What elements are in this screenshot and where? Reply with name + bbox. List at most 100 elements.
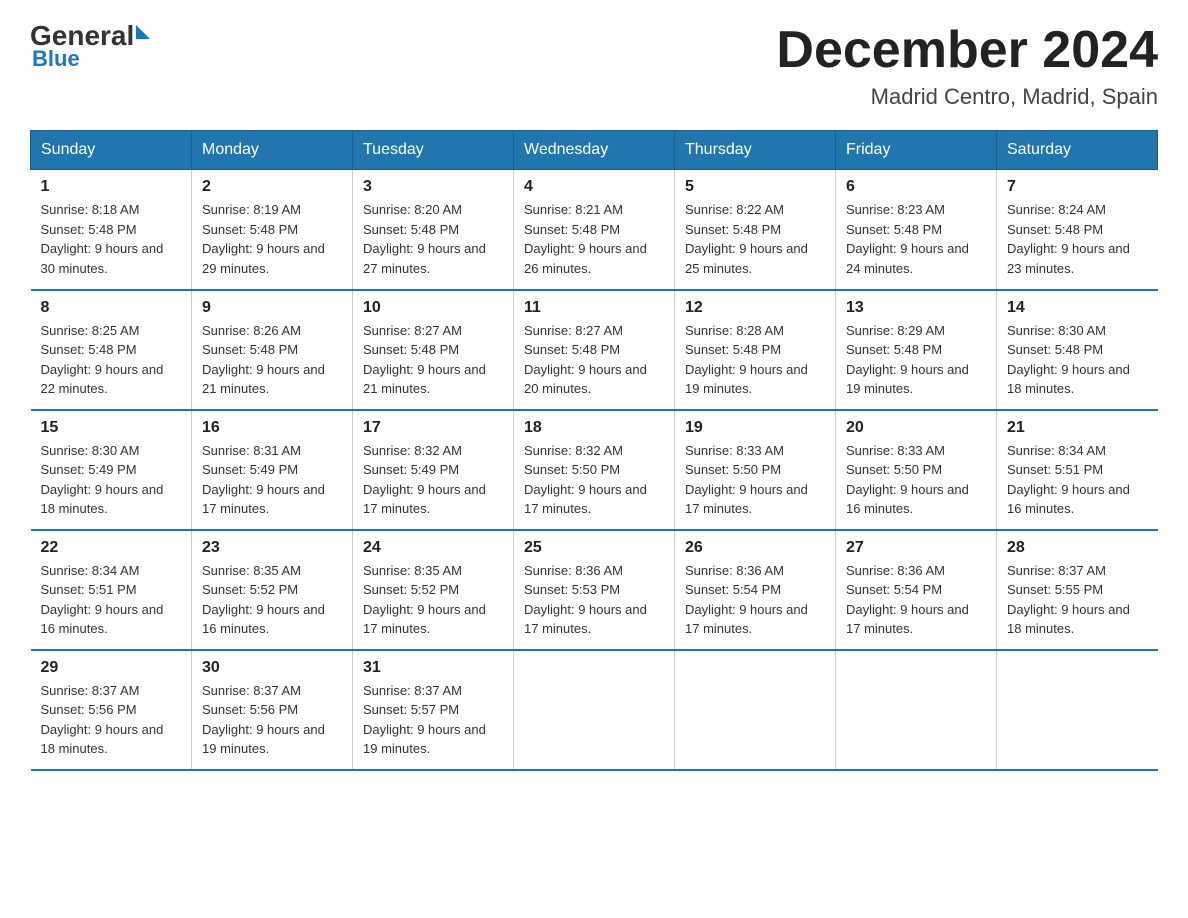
day-info: Sunrise: 8:23 AMSunset: 5:48 PMDaylight:… — [846, 202, 969, 276]
day-cell: 11 Sunrise: 8:27 AMSunset: 5:48 PMDaylig… — [514, 290, 675, 410]
day-info: Sunrise: 8:37 AMSunset: 5:55 PMDaylight:… — [1007, 563, 1130, 637]
day-info: Sunrise: 8:37 AMSunset: 5:56 PMDaylight:… — [202, 683, 325, 757]
header-sunday: Sunday — [31, 131, 192, 170]
day-number: 14 — [1007, 299, 1148, 317]
day-number: 16 — [202, 419, 342, 437]
day-cell: 29 Sunrise: 8:37 AMSunset: 5:56 PMDaylig… — [31, 650, 192, 770]
day-cell — [997, 650, 1158, 770]
weekday-header-row: Sunday Monday Tuesday Wednesday Thursday… — [31, 131, 1158, 170]
month-title: December 2024 — [776, 20, 1158, 80]
day-cell: 23 Sunrise: 8:35 AMSunset: 5:52 PMDaylig… — [192, 530, 353, 650]
day-info: Sunrise: 8:30 AMSunset: 5:49 PMDaylight:… — [41, 443, 164, 517]
location-title: Madrid Centro, Madrid, Spain — [776, 84, 1158, 110]
header-thursday: Thursday — [675, 131, 836, 170]
day-cell: 13 Sunrise: 8:29 AMSunset: 5:48 PMDaylig… — [836, 290, 997, 410]
day-info: Sunrise: 8:27 AMSunset: 5:48 PMDaylight:… — [524, 323, 647, 397]
day-info: Sunrise: 8:32 AMSunset: 5:50 PMDaylight:… — [524, 443, 647, 517]
day-number: 21 — [1007, 419, 1148, 437]
day-number: 13 — [846, 299, 986, 317]
day-cell — [514, 650, 675, 770]
day-number: 28 — [1007, 539, 1148, 557]
week-row-2: 8 Sunrise: 8:25 AMSunset: 5:48 PMDayligh… — [31, 290, 1158, 410]
day-cell: 7 Sunrise: 8:24 AMSunset: 5:48 PMDayligh… — [997, 170, 1158, 290]
day-cell: 28 Sunrise: 8:37 AMSunset: 5:55 PMDaylig… — [997, 530, 1158, 650]
day-number: 8 — [41, 299, 182, 317]
header-tuesday: Tuesday — [353, 131, 514, 170]
week-row-4: 22 Sunrise: 8:34 AMSunset: 5:51 PMDaylig… — [31, 530, 1158, 650]
header-monday: Monday — [192, 131, 353, 170]
header-wednesday: Wednesday — [514, 131, 675, 170]
day-number: 18 — [524, 419, 664, 437]
day-number: 29 — [41, 659, 182, 677]
logo-arrow-icon — [136, 25, 150, 39]
day-info: Sunrise: 8:20 AMSunset: 5:48 PMDaylight:… — [363, 202, 486, 276]
day-cell: 31 Sunrise: 8:37 AMSunset: 5:57 PMDaylig… — [353, 650, 514, 770]
day-info: Sunrise: 8:36 AMSunset: 5:54 PMDaylight:… — [685, 563, 808, 637]
day-info: Sunrise: 8:19 AMSunset: 5:48 PMDaylight:… — [202, 202, 325, 276]
day-cell: 20 Sunrise: 8:33 AMSunset: 5:50 PMDaylig… — [836, 410, 997, 530]
day-info: Sunrise: 8:21 AMSunset: 5:48 PMDaylight:… — [524, 202, 647, 276]
day-number: 26 — [685, 539, 825, 557]
day-cell: 5 Sunrise: 8:22 AMSunset: 5:48 PMDayligh… — [675, 170, 836, 290]
day-cell: 9 Sunrise: 8:26 AMSunset: 5:48 PMDayligh… — [192, 290, 353, 410]
day-cell: 2 Sunrise: 8:19 AMSunset: 5:48 PMDayligh… — [192, 170, 353, 290]
day-cell: 18 Sunrise: 8:32 AMSunset: 5:50 PMDaylig… — [514, 410, 675, 530]
day-cell: 16 Sunrise: 8:31 AMSunset: 5:49 PMDaylig… — [192, 410, 353, 530]
day-number: 11 — [524, 299, 664, 317]
day-info: Sunrise: 8:24 AMSunset: 5:48 PMDaylight:… — [1007, 202, 1130, 276]
day-info: Sunrise: 8:18 AMSunset: 5:48 PMDaylight:… — [41, 202, 164, 276]
day-number: 25 — [524, 539, 664, 557]
day-info: Sunrise: 8:29 AMSunset: 5:48 PMDaylight:… — [846, 323, 969, 397]
week-row-3: 15 Sunrise: 8:30 AMSunset: 5:49 PMDaylig… — [31, 410, 1158, 530]
day-info: Sunrise: 8:36 AMSunset: 5:53 PMDaylight:… — [524, 563, 647, 637]
logo-blue-text: Blue — [32, 46, 150, 72]
day-cell: 17 Sunrise: 8:32 AMSunset: 5:49 PMDaylig… — [353, 410, 514, 530]
day-number: 1 — [41, 178, 182, 196]
day-number: 5 — [685, 178, 825, 196]
day-cell — [836, 650, 997, 770]
day-number: 30 — [202, 659, 342, 677]
day-info: Sunrise: 8:33 AMSunset: 5:50 PMDaylight:… — [685, 443, 808, 517]
day-info: Sunrise: 8:37 AMSunset: 5:56 PMDaylight:… — [41, 683, 164, 757]
calendar-table: Sunday Monday Tuesday Wednesday Thursday… — [30, 130, 1158, 771]
day-cell: 21 Sunrise: 8:34 AMSunset: 5:51 PMDaylig… — [997, 410, 1158, 530]
day-cell: 4 Sunrise: 8:21 AMSunset: 5:48 PMDayligh… — [514, 170, 675, 290]
day-info: Sunrise: 8:35 AMSunset: 5:52 PMDaylight:… — [363, 563, 486, 637]
day-info: Sunrise: 8:32 AMSunset: 5:49 PMDaylight:… — [363, 443, 486, 517]
day-cell: 26 Sunrise: 8:36 AMSunset: 5:54 PMDaylig… — [675, 530, 836, 650]
day-info: Sunrise: 8:36 AMSunset: 5:54 PMDaylight:… — [846, 563, 969, 637]
day-info: Sunrise: 8:25 AMSunset: 5:48 PMDaylight:… — [41, 323, 164, 397]
day-info: Sunrise: 8:26 AMSunset: 5:48 PMDaylight:… — [202, 323, 325, 397]
day-cell: 27 Sunrise: 8:36 AMSunset: 5:54 PMDaylig… — [836, 530, 997, 650]
day-cell: 10 Sunrise: 8:27 AMSunset: 5:48 PMDaylig… — [353, 290, 514, 410]
day-number: 10 — [363, 299, 503, 317]
day-number: 15 — [41, 419, 182, 437]
day-info: Sunrise: 8:22 AMSunset: 5:48 PMDaylight:… — [685, 202, 808, 276]
day-number: 22 — [41, 539, 182, 557]
day-info: Sunrise: 8:35 AMSunset: 5:52 PMDaylight:… — [202, 563, 325, 637]
day-cell: 12 Sunrise: 8:28 AMSunset: 5:48 PMDaylig… — [675, 290, 836, 410]
day-number: 31 — [363, 659, 503, 677]
day-info: Sunrise: 8:34 AMSunset: 5:51 PMDaylight:… — [1007, 443, 1130, 517]
day-number: 12 — [685, 299, 825, 317]
day-info: Sunrise: 8:34 AMSunset: 5:51 PMDaylight:… — [41, 563, 164, 637]
day-cell: 6 Sunrise: 8:23 AMSunset: 5:48 PMDayligh… — [836, 170, 997, 290]
day-info: Sunrise: 8:30 AMSunset: 5:48 PMDaylight:… — [1007, 323, 1130, 397]
day-number: 9 — [202, 299, 342, 317]
header-saturday: Saturday — [997, 131, 1158, 170]
day-number: 24 — [363, 539, 503, 557]
day-number: 27 — [846, 539, 986, 557]
day-number: 19 — [685, 419, 825, 437]
day-info: Sunrise: 8:37 AMSunset: 5:57 PMDaylight:… — [363, 683, 486, 757]
day-cell: 1 Sunrise: 8:18 AMSunset: 5:48 PMDayligh… — [31, 170, 192, 290]
day-info: Sunrise: 8:28 AMSunset: 5:48 PMDaylight:… — [685, 323, 808, 397]
day-cell: 25 Sunrise: 8:36 AMSunset: 5:53 PMDaylig… — [514, 530, 675, 650]
day-cell: 15 Sunrise: 8:30 AMSunset: 5:49 PMDaylig… — [31, 410, 192, 530]
week-row-5: 29 Sunrise: 8:37 AMSunset: 5:56 PMDaylig… — [31, 650, 1158, 770]
day-info: Sunrise: 8:31 AMSunset: 5:49 PMDaylight:… — [202, 443, 325, 517]
day-cell: 3 Sunrise: 8:20 AMSunset: 5:48 PMDayligh… — [353, 170, 514, 290]
day-number: 3 — [363, 178, 503, 196]
page-header: General Blue December 2024 Madrid Centro… — [30, 20, 1158, 110]
day-number: 7 — [1007, 178, 1148, 196]
day-number: 4 — [524, 178, 664, 196]
